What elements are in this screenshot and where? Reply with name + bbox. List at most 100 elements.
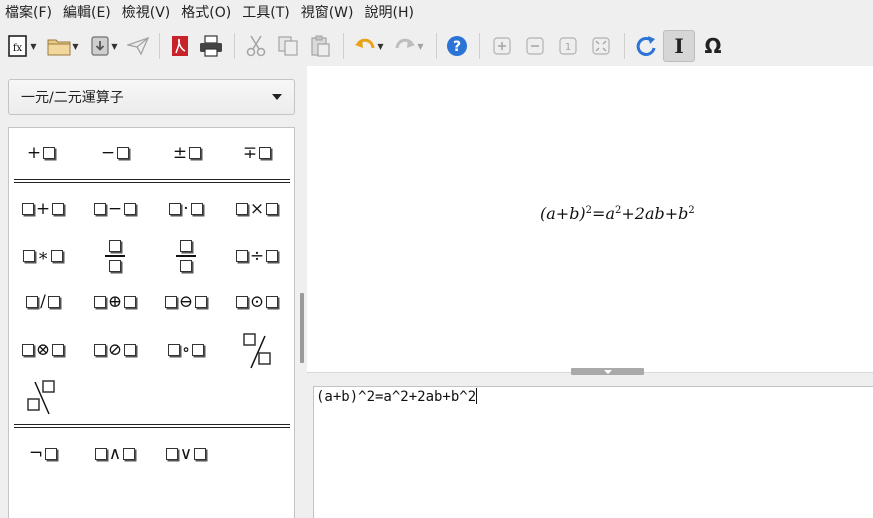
- horizontal-splitter-handle[interactable]: [571, 368, 644, 375]
- toolbar-separator: [624, 33, 625, 59]
- unary-operators-row: + − ± ∓: [9, 131, 296, 175]
- binary-circled-plus-element[interactable]: ⊕: [85, 280, 145, 324]
- actual-size-icon: 1: [558, 37, 577, 55]
- svg-text:1: 1: [564, 42, 570, 53]
- unary-plus-element[interactable]: +: [11, 131, 71, 175]
- redo-dropdown-arrow-icon[interactable]: ▼: [417, 42, 423, 51]
- fraction-element[interactable]: [85, 234, 145, 278]
- placeholder-box-icon: [117, 147, 130, 159]
- binary-plus-element[interactable]: +: [13, 187, 73, 231]
- open-folder-icon: [47, 39, 71, 56]
- redo-button[interactable]: ▼: [390, 30, 428, 62]
- formula-cursor-icon: I: [674, 34, 684, 58]
- zoom-in-icon: [492, 37, 511, 55]
- wide-slash-icon: [243, 333, 271, 369]
- print-button[interactable]: [196, 30, 226, 62]
- logical-or-element[interactable]: ∨: [156, 432, 216, 476]
- help-icon: ?: [447, 36, 467, 56]
- actual-size-button[interactable]: 1: [552, 30, 583, 62]
- print-icon: [200, 35, 222, 57]
- toolbar-separator: [234, 33, 235, 59]
- wide-backslash-icon: [27, 380, 55, 415]
- binary-operators-row: ⊗ ⊘ ∘: [9, 328, 296, 372]
- vertical-splitter-handle[interactable]: [300, 293, 304, 363]
- send-icon: [127, 36, 149, 56]
- update-icon: [636, 36, 656, 56]
- binary-times-element[interactable]: ×: [227, 187, 287, 231]
- menu-format[interactable]: 格式(O): [180, 0, 239, 26]
- open-button[interactable]: ▼: [43, 30, 83, 62]
- open-dropdown-arrow-icon[interactable]: ▼: [72, 42, 78, 51]
- binary-slash-element[interactable]: /: [13, 280, 73, 324]
- chevron-down-icon: [272, 94, 282, 100]
- undo-button[interactable]: ▼: [350, 30, 388, 62]
- placeholder-box-icon: [189, 147, 202, 159]
- menu-file[interactable]: 檔案(F): [4, 0, 60, 26]
- element-category-dropdown[interactable]: 一元/二元運算子: [8, 79, 295, 115]
- new-dropdown-arrow-icon[interactable]: ▼: [30, 42, 36, 51]
- division-fraction-element[interactable]: [156, 234, 216, 278]
- zoom-out-button[interactable]: [519, 30, 550, 62]
- redo-icon: [395, 38, 416, 49]
- math-formula-editor-window: 檔案(F) 編輯(E) 檢視(V) 格式(O) 工具(T) 視窗(W) 說明(H…: [0, 0, 873, 518]
- binary-asterisk-element[interactable]: ∗: [13, 234, 73, 278]
- unary-minus-plus-element[interactable]: ∓: [227, 131, 287, 175]
- formula-preview-area[interactable]: (a+b)2=a2+2ab+b2: [307, 66, 873, 372]
- send-button[interactable]: [125, 30, 151, 62]
- placeholder-box-icon: [259, 147, 272, 159]
- unary-plus-minus-element[interactable]: ±: [157, 131, 217, 175]
- logical-not-element[interactable]: ¬: [13, 432, 73, 476]
- command-text: (a+b)^2=a^2+2ab+b^2: [316, 388, 478, 405]
- element-category-label: 一元/二元運算子: [21, 90, 124, 106]
- export-pdf-button[interactable]: [166, 30, 194, 62]
- copy-button[interactable]: [273, 30, 303, 62]
- binary-operators-row: + − · ×: [9, 187, 296, 231]
- elements-palette: + − ± ∓ + − · × ∗ ÷ / ⊕ ⊖ ⊙ ⊗ ⊘ ∘ ¬ ∧ ∨: [8, 127, 295, 518]
- undo-dropdown-arrow-icon[interactable]: ▼: [377, 42, 383, 51]
- binary-circled-dot-element[interactable]: ⊙: [227, 280, 287, 324]
- show-all-icon: [591, 37, 610, 55]
- wide-slash-element[interactable]: [227, 328, 287, 372]
- menu-help[interactable]: 說明(H): [364, 0, 422, 26]
- binary-divide-element[interactable]: ÷: [227, 234, 287, 278]
- copy-icon: [278, 36, 298, 56]
- show-all-button[interactable]: [585, 30, 616, 62]
- menu-edit[interactable]: 編輯(E): [62, 0, 119, 26]
- cut-button[interactable]: [241, 30, 271, 62]
- save-button[interactable]: ▼: [85, 30, 123, 62]
- palette-divider: [14, 424, 290, 428]
- binary-circled-times-element[interactable]: ⊗: [13, 328, 73, 372]
- cut-icon: [246, 35, 266, 57]
- binary-circled-slash-element[interactable]: ⊘: [85, 328, 145, 372]
- symbols-icon: Ω: [704, 34, 722, 58]
- new-button[interactable]: fx ▼: [3, 30, 41, 62]
- help-button[interactable]: ?: [443, 30, 471, 62]
- wide-backslash-element[interactable]: [13, 374, 73, 418]
- binary-minus-element[interactable]: −: [85, 187, 145, 231]
- formula-cursor-button[interactable]: I: [663, 30, 695, 62]
- paste-button[interactable]: [305, 30, 335, 62]
- logical-and-element[interactable]: ∧: [85, 432, 145, 476]
- placeholder-box-icon: [43, 147, 56, 159]
- binary-operators-row: [9, 374, 296, 418]
- rendered-formula: (a+b)2=a2+2ab+b2: [540, 204, 695, 223]
- zoom-in-button[interactable]: [486, 30, 517, 62]
- save-icon: [91, 36, 110, 56]
- update-button[interactable]: [631, 30, 661, 62]
- toolbar-separator: [343, 33, 344, 59]
- save-dropdown-arrow-icon[interactable]: ▼: [111, 42, 117, 51]
- formula-command-editor[interactable]: (a+b)^2=a^2+2ab+b^2: [313, 386, 873, 518]
- binary-composition-element[interactable]: ∘: [156, 328, 216, 372]
- binary-circled-minus-element[interactable]: ⊖: [156, 280, 216, 324]
- menu-window[interactable]: 視窗(W): [300, 0, 362, 26]
- paste-icon: [311, 35, 330, 57]
- toolbar-separator: [159, 33, 160, 59]
- standard-toolbar: fx ▼ ▼ ▼ ▼ ▼ ? 1 I Ω: [0, 26, 873, 66]
- menu-view[interactable]: 檢視(V): [121, 0, 179, 26]
- unary-minus-element[interactable]: −: [85, 131, 145, 175]
- menu-tools[interactable]: 工具(T): [241, 0, 297, 26]
- text-caret: [476, 388, 478, 404]
- symbols-button[interactable]: Ω: [697, 30, 729, 62]
- binary-cdot-element[interactable]: ·: [156, 187, 216, 231]
- binary-operators-row: / ⊕ ⊖ ⊙: [9, 280, 296, 324]
